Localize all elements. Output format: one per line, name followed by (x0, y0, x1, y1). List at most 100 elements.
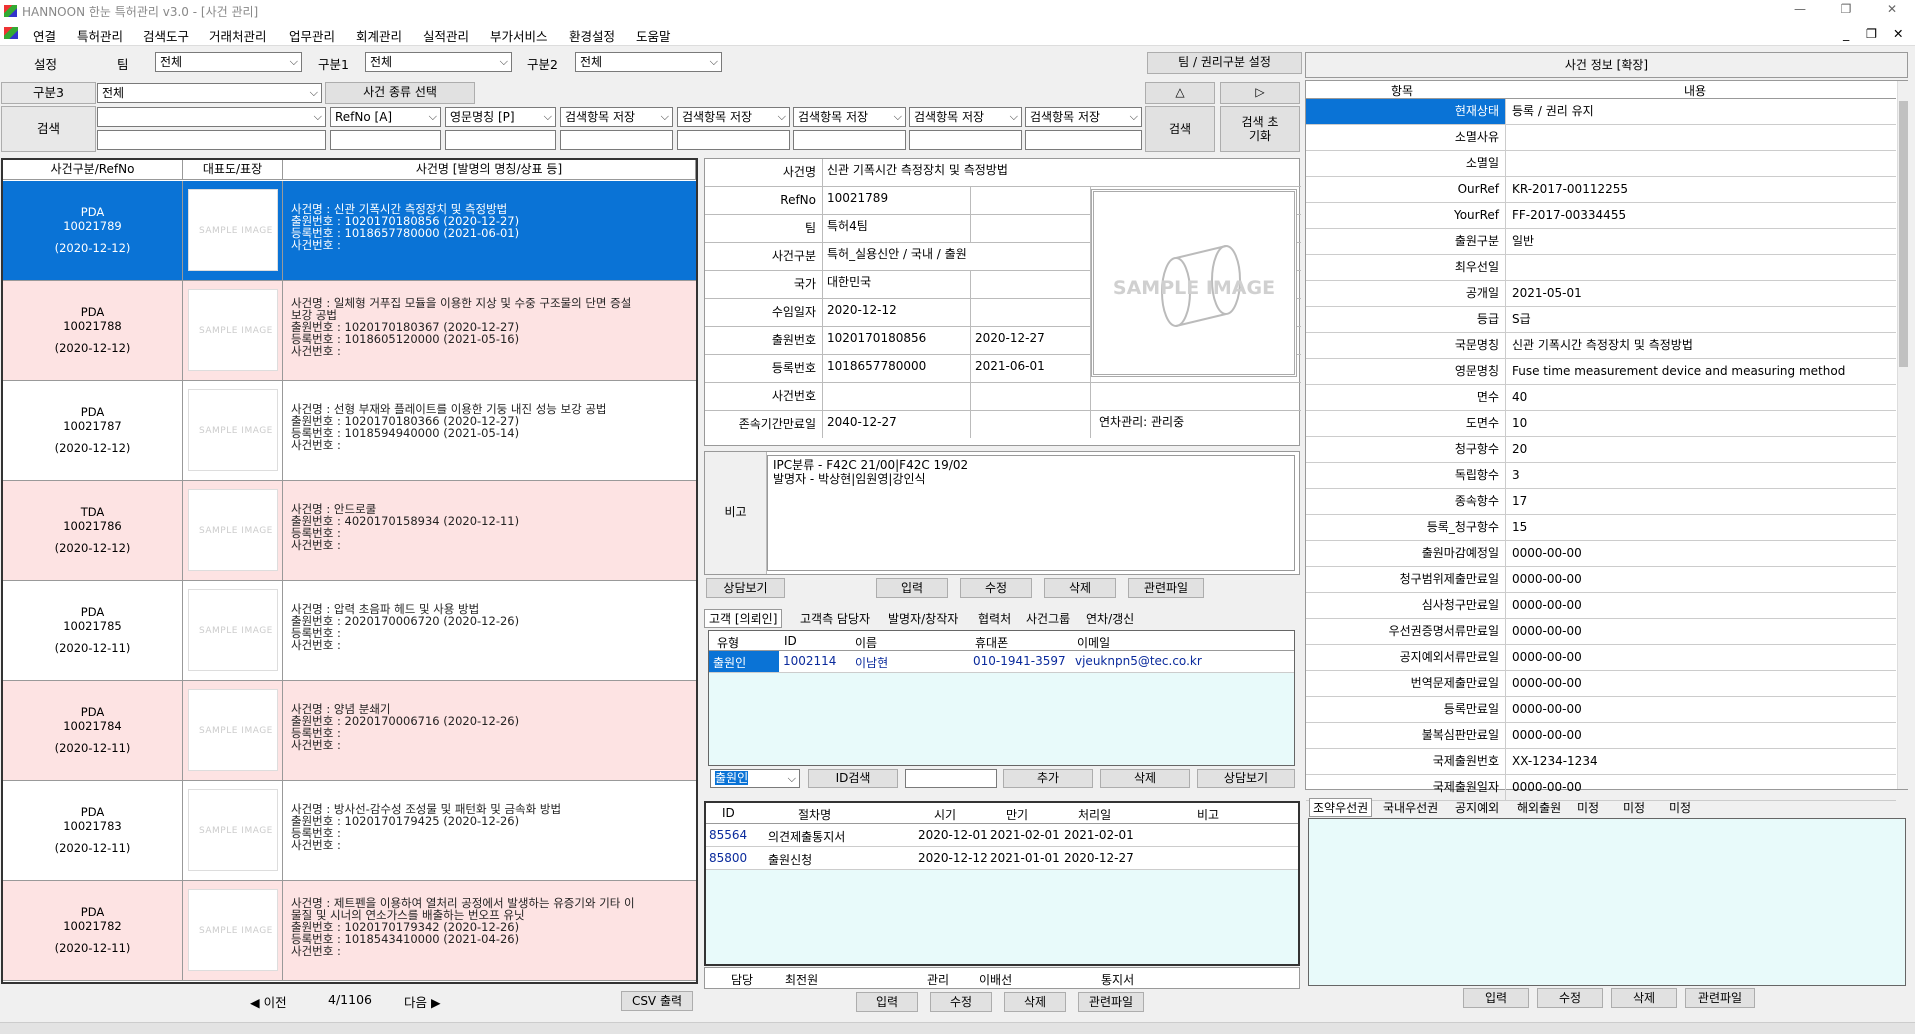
info-row[interactable]: 심사청구만료일 0000-00-00 (1306, 593, 1896, 619)
info-row[interactable]: 영문명칭 Fuse time measurement device and mea… (1306, 359, 1896, 385)
cat1-select[interactable]: 전체 ⌵ (365, 52, 512, 72)
info-row[interactable]: 등급 S급 (1306, 307, 1896, 333)
search-input-7[interactable] (1025, 130, 1142, 150)
search-field-combo-0[interactable]: ⌵ (97, 107, 326, 127)
scrollbar-thumb[interactable] (1899, 101, 1908, 367)
minimize-button[interactable]: — (1790, 2, 1810, 18)
tab-tbd-3[interactable]: 미정 (1669, 799, 1691, 816)
info-files-button[interactable]: 관련파일 (1685, 988, 1755, 1008)
info-row[interactable]: OurRef KR-2017-00112255 (1306, 177, 1896, 203)
info-row[interactable]: 우선권증명서류만료일 0000-00-00 (1306, 619, 1896, 645)
info-row[interactable]: 도면수 10 (1306, 411, 1896, 437)
info-row[interactable]: 국제출원번호 XX-1234-1234 (1306, 749, 1896, 775)
info-row[interactable]: 청구범위제출만료일 0000-00-00 (1306, 567, 1896, 593)
table-row[interactable]: 출원인 1002114 이남현 010-1941-3597 vjeuknpn5@… (709, 651, 1294, 673)
mdi-restore-button[interactable]: ❐ (1866, 26, 1877, 41)
tab-tbd-2[interactable]: 미정 (1623, 799, 1645, 816)
tab-tbd-1[interactable]: 미정 (1577, 799, 1599, 816)
search-input-6[interactable] (909, 130, 1022, 150)
list-item[interactable]: PDA 10021788 (2020-12-12) SAMPLE IMAGE 사건명… (3, 281, 696, 381)
info-row[interactable]: 공개일 2021-05-01 (1306, 281, 1896, 307)
search-input-0[interactable] (97, 130, 326, 150)
tab-overseas[interactable]: 해외출원 (1517, 799, 1561, 816)
info-row[interactable]: 출원마감예정일 0000-00-00 (1306, 541, 1896, 567)
info-row[interactable]: 최우선일 (1306, 255, 1896, 281)
search-input-5[interactable] (793, 130, 906, 150)
search-input-1[interactable] (330, 130, 441, 150)
info-scrollbar[interactable] (1897, 81, 1908, 789)
detail-insert-button[interactable]: 입력 (876, 578, 948, 598)
cat3-select[interactable]: 전체 ⌵ (97, 83, 322, 103)
tab-client[interactable]: 고객 [의뢰인] (704, 609, 783, 628)
search-field-combo-5[interactable]: 검색항목 저장 ⌵ (793, 107, 906, 127)
search-field-combo-1[interactable]: RefNo [A] ⌵ (330, 107, 441, 127)
search-input-4[interactable] (677, 130, 790, 150)
menu-help[interactable]: 도움말 (636, 26, 671, 45)
tab-treaty-priority[interactable]: 조약우선권 (1309, 798, 1373, 817)
search-field-combo-2[interactable]: 영문명칭 [P] ⌵ (445, 107, 556, 127)
search-reset-button[interactable]: 검색 초기화 (1220, 106, 1300, 152)
mdi-close-button[interactable]: ✕ (1893, 26, 1903, 41)
client-delete-button[interactable]: 삭제 (1100, 769, 1190, 788)
menu-performance[interactable]: 실적관리 (423, 26, 469, 45)
list-item[interactable]: TDA 10021786 (2020-12-12) SAMPLE IMAGE 사건명… (3, 481, 696, 581)
col-header-refno[interactable]: 사건구분/RefNo (3, 160, 183, 180)
cat2-select[interactable]: 전체 ⌵ (575, 52, 722, 72)
list-item[interactable]: PDA 10021785 (2020-12-11) SAMPLE IMAGE 사건명… (3, 581, 696, 681)
search-input-2[interactable] (445, 130, 556, 150)
col-header-image[interactable]: 대표도/표장 (183, 160, 283, 180)
team-select[interactable]: 전체 ⌵ (155, 52, 302, 72)
case-type-select-button[interactable]: 사건 종류 선택 (325, 82, 475, 104)
menu-services[interactable]: 부가서비스 (490, 26, 548, 45)
representative-image[interactable]: SAMPLE IMAGE (1091, 189, 1297, 377)
search-field-combo-3[interactable]: 검색항목 저장 ⌵ (560, 107, 673, 127)
info-row[interactable]: 등록_청구항수 15 (1306, 515, 1896, 541)
info-edit-button[interactable]: 수정 (1537, 988, 1603, 1008)
menu-work[interactable]: 업무관리 (289, 26, 335, 45)
detail-edit-button[interactable]: 수정 (960, 578, 1032, 598)
info-delete-button[interactable]: 삭제 (1611, 988, 1677, 1008)
menu-search-tools[interactable]: 검색도구 (143, 26, 189, 45)
proc-files-button[interactable]: 관련파일 (1078, 992, 1144, 1012)
tab-domestic-priority[interactable]: 국내우선권 (1383, 799, 1438, 816)
info-row[interactable]: 국문명칭 신관 기폭시간 측정장치 및 측정방법 (1306, 333, 1896, 359)
info-row[interactable]: 출원구분 일반 (1306, 229, 1896, 255)
client-type-select[interactable]: 출원인 ⌵ (710, 769, 800, 788)
close-button[interactable]: ✕ (1882, 2, 1902, 18)
info-row[interactable]: 공지예외서류만료일 0000-00-00 (1306, 645, 1896, 671)
next-page-link[interactable]: 다음 ▶ (404, 992, 441, 1011)
up-button[interactable]: △ (1145, 82, 1215, 104)
maximize-button[interactable]: ❐ (1836, 2, 1856, 18)
tab-inventor[interactable]: 발명자/창작자 (888, 610, 958, 627)
id-search-input[interactable] (905, 769, 997, 788)
detail-files-button[interactable]: 관련파일 (1128, 578, 1204, 598)
info-row[interactable]: 번역문제출만료일 0000-00-00 (1306, 671, 1896, 697)
info-row[interactable]: 면수 40 (1306, 385, 1896, 411)
info-row[interactable]: 불복심판만료일 0000-00-00 (1306, 723, 1896, 749)
client-add-button[interactable]: 추가 (1003, 769, 1093, 788)
client-consult-button[interactable]: 상담보기 (1197, 769, 1295, 788)
mdi-minimize-button[interactable]: _ (1843, 26, 1849, 41)
tab-case-group[interactable]: 사건그룹 (1026, 610, 1070, 627)
csv-export-button[interactable]: CSV 출력 (621, 991, 693, 1011)
col-header-title[interactable]: 사건명 [발명의 명칭/상표 등] (283, 160, 696, 180)
info-row[interactable]: 등록만료일 0000-00-00 (1306, 697, 1896, 723)
info-insert-button[interactable]: 입력 (1463, 988, 1529, 1008)
proc-edit-button[interactable]: 수정 (930, 992, 992, 1012)
search-input-3[interactable] (560, 130, 673, 150)
list-item[interactable]: PDA 10021783 (2020-12-11) SAMPLE IMAGE 사건명… (3, 781, 696, 881)
table-row[interactable]: 85564 의견제출통지서 2020-12-01 2021-02-01 2021… (706, 824, 1298, 847)
search-button[interactable]: 검색 (1145, 106, 1215, 152)
info-row[interactable]: 청구항수 20 (1306, 437, 1896, 463)
table-row[interactable]: 85800 출원신청 2020-12-12 2021-01-01 2020-12… (706, 847, 1298, 870)
team-rights-setting-button[interactable]: 팀 / 권리구분 설정 (1147, 52, 1302, 74)
menu-clients[interactable]: 거래처관리 (209, 26, 267, 45)
tab-annuity[interactable]: 연차/갱신 (1086, 610, 1134, 627)
info-row[interactable]: YourRef FF-2017-00334455 (1306, 203, 1896, 229)
info-row[interactable]: 종속항수 17 (1306, 489, 1896, 515)
tab-partner[interactable]: 협력처 (978, 610, 1011, 627)
proc-insert-button[interactable]: 입력 (856, 992, 918, 1012)
menu-settings[interactable]: 환경설정 (569, 26, 615, 45)
list-item[interactable]: PDA 10021782 (2020-12-11) SAMPLE IMAGE 사건명… (3, 881, 696, 981)
detail-delete-button[interactable]: 삭제 (1044, 578, 1116, 598)
